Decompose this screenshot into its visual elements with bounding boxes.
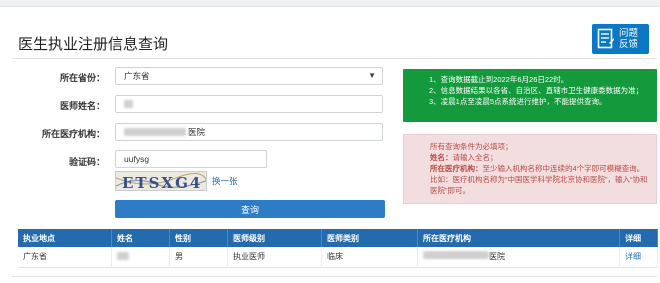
cell-institution-redacted — [423, 251, 489, 260]
chevron-down-icon: ▼ — [368, 71, 376, 80]
header-level: 医师级别 — [227, 229, 322, 247]
institution-redacted — [124, 128, 186, 136]
detail-link[interactable]: 详细 — [625, 252, 641, 261]
institution-input[interactable]: 医院 — [115, 123, 383, 141]
query-button[interactable]: 查询 — [115, 200, 385, 218]
warning-line-3: 所在医疗机构：至少输入机构名称中连续的4个字即可模糊查询。比如：医疗机构名称为“… — [430, 163, 648, 196]
captcha-value: uufysg — [124, 154, 150, 164]
cell-detail: 详细 — [619, 247, 658, 267]
header-name: 姓名 — [111, 229, 170, 247]
captcha-input[interactable]: uufysg — [115, 150, 267, 168]
cell-level: 执业医师 — [227, 247, 322, 267]
captcha-image-text: ETSXG4 — [122, 174, 202, 191]
warning-line-1: 所有查询条件为必填项； — [430, 142, 513, 151]
info-line-3: 3、凌晨1点至凌晨5点系统进行维护，不能提供查询。 — [429, 97, 607, 106]
cell-location: 广东省 — [18, 247, 112, 267]
warning-line-2: 姓名：请输入全名； — [430, 152, 648, 163]
warning-notice: 所有查询条件为必填项； 姓名：请输入全名； 所在医疗机构：至少输入机构名称中连续… — [403, 134, 657, 204]
name-label: 医师姓名： — [59, 101, 105, 111]
header-detail: 详细 — [619, 229, 658, 247]
warning-inst-key: 所在医疗机构： — [430, 164, 483, 173]
institution-suffix: 医院 — [188, 127, 206, 137]
name-input[interactable] — [115, 95, 383, 113]
cell-institution-suffix: 医院 — [489, 252, 505, 262]
warning-name-text: 请输入全名； — [452, 153, 498, 162]
info-line-1: 1、查询数据截止到2022年6月26日22时。 — [429, 75, 569, 84]
info-line-2: 2、信息数据结果以各省、自治区、直辖市卫生健康委数据为准； — [429, 86, 644, 95]
name-redacted — [124, 100, 133, 108]
institution-label: 所在医疗机构： — [41, 129, 105, 139]
cell-category: 临床 — [321, 247, 418, 267]
feedback-label-2: 反馈 — [619, 39, 639, 50]
table-header-row: 执业地点 姓名 性别 医师级别 医师类别 所在医疗机构 详细 — [18, 229, 658, 247]
captcha-label: 验证码： — [68, 157, 105, 167]
province-value: 广东省 — [124, 71, 150, 81]
cell-name — [111, 247, 170, 267]
feedback-icon — [597, 28, 614, 49]
top-bar — [0, 0, 660, 7]
title-divider — [12, 58, 657, 59]
header-gender: 性别 — [169, 229, 228, 247]
bottom-divider — [12, 276, 657, 277]
cell-gender: 男 — [169, 247, 228, 267]
cell-institution: 医院 — [417, 247, 620, 267]
captcha-image[interactable]: ETSXG4 — [115, 171, 207, 191]
table-row: 广东省 男 执业医师 临床 医院 详细 — [18, 247, 658, 267]
info-notice: 1、查询数据截止到2022年6月26日22时。 2、信息数据结果以各省、自治区、… — [403, 69, 657, 122]
feedback-button[interactable]: 问题 反馈 — [592, 24, 649, 54]
feedback-label-1: 问题 — [619, 28, 639, 39]
header-category: 医师类别 — [321, 229, 418, 247]
results-table: 执业地点 姓名 性别 医师级别 医师类别 所在医疗机构 详细 广东省 男 执业医… — [18, 229, 658, 268]
province-select[interactable]: 广东省 ▼ — [115, 67, 383, 85]
refresh-captcha-link[interactable]: 换一张 — [212, 175, 238, 187]
header-institution: 所在医疗机构 — [417, 229, 620, 247]
page: 医生执业注册信息查询 问题 反馈 所在省份： 广东省 ▼ 医师姓名： 所在医疗机… — [0, 0, 660, 283]
header-location: 执业地点 — [18, 229, 112, 247]
page-title: 医生执业注册信息查询 — [18, 36, 169, 53]
cell-name-redacted — [117, 251, 129, 260]
warning-name-key: 姓名： — [430, 153, 453, 162]
province-label: 所在省份： — [59, 73, 105, 83]
